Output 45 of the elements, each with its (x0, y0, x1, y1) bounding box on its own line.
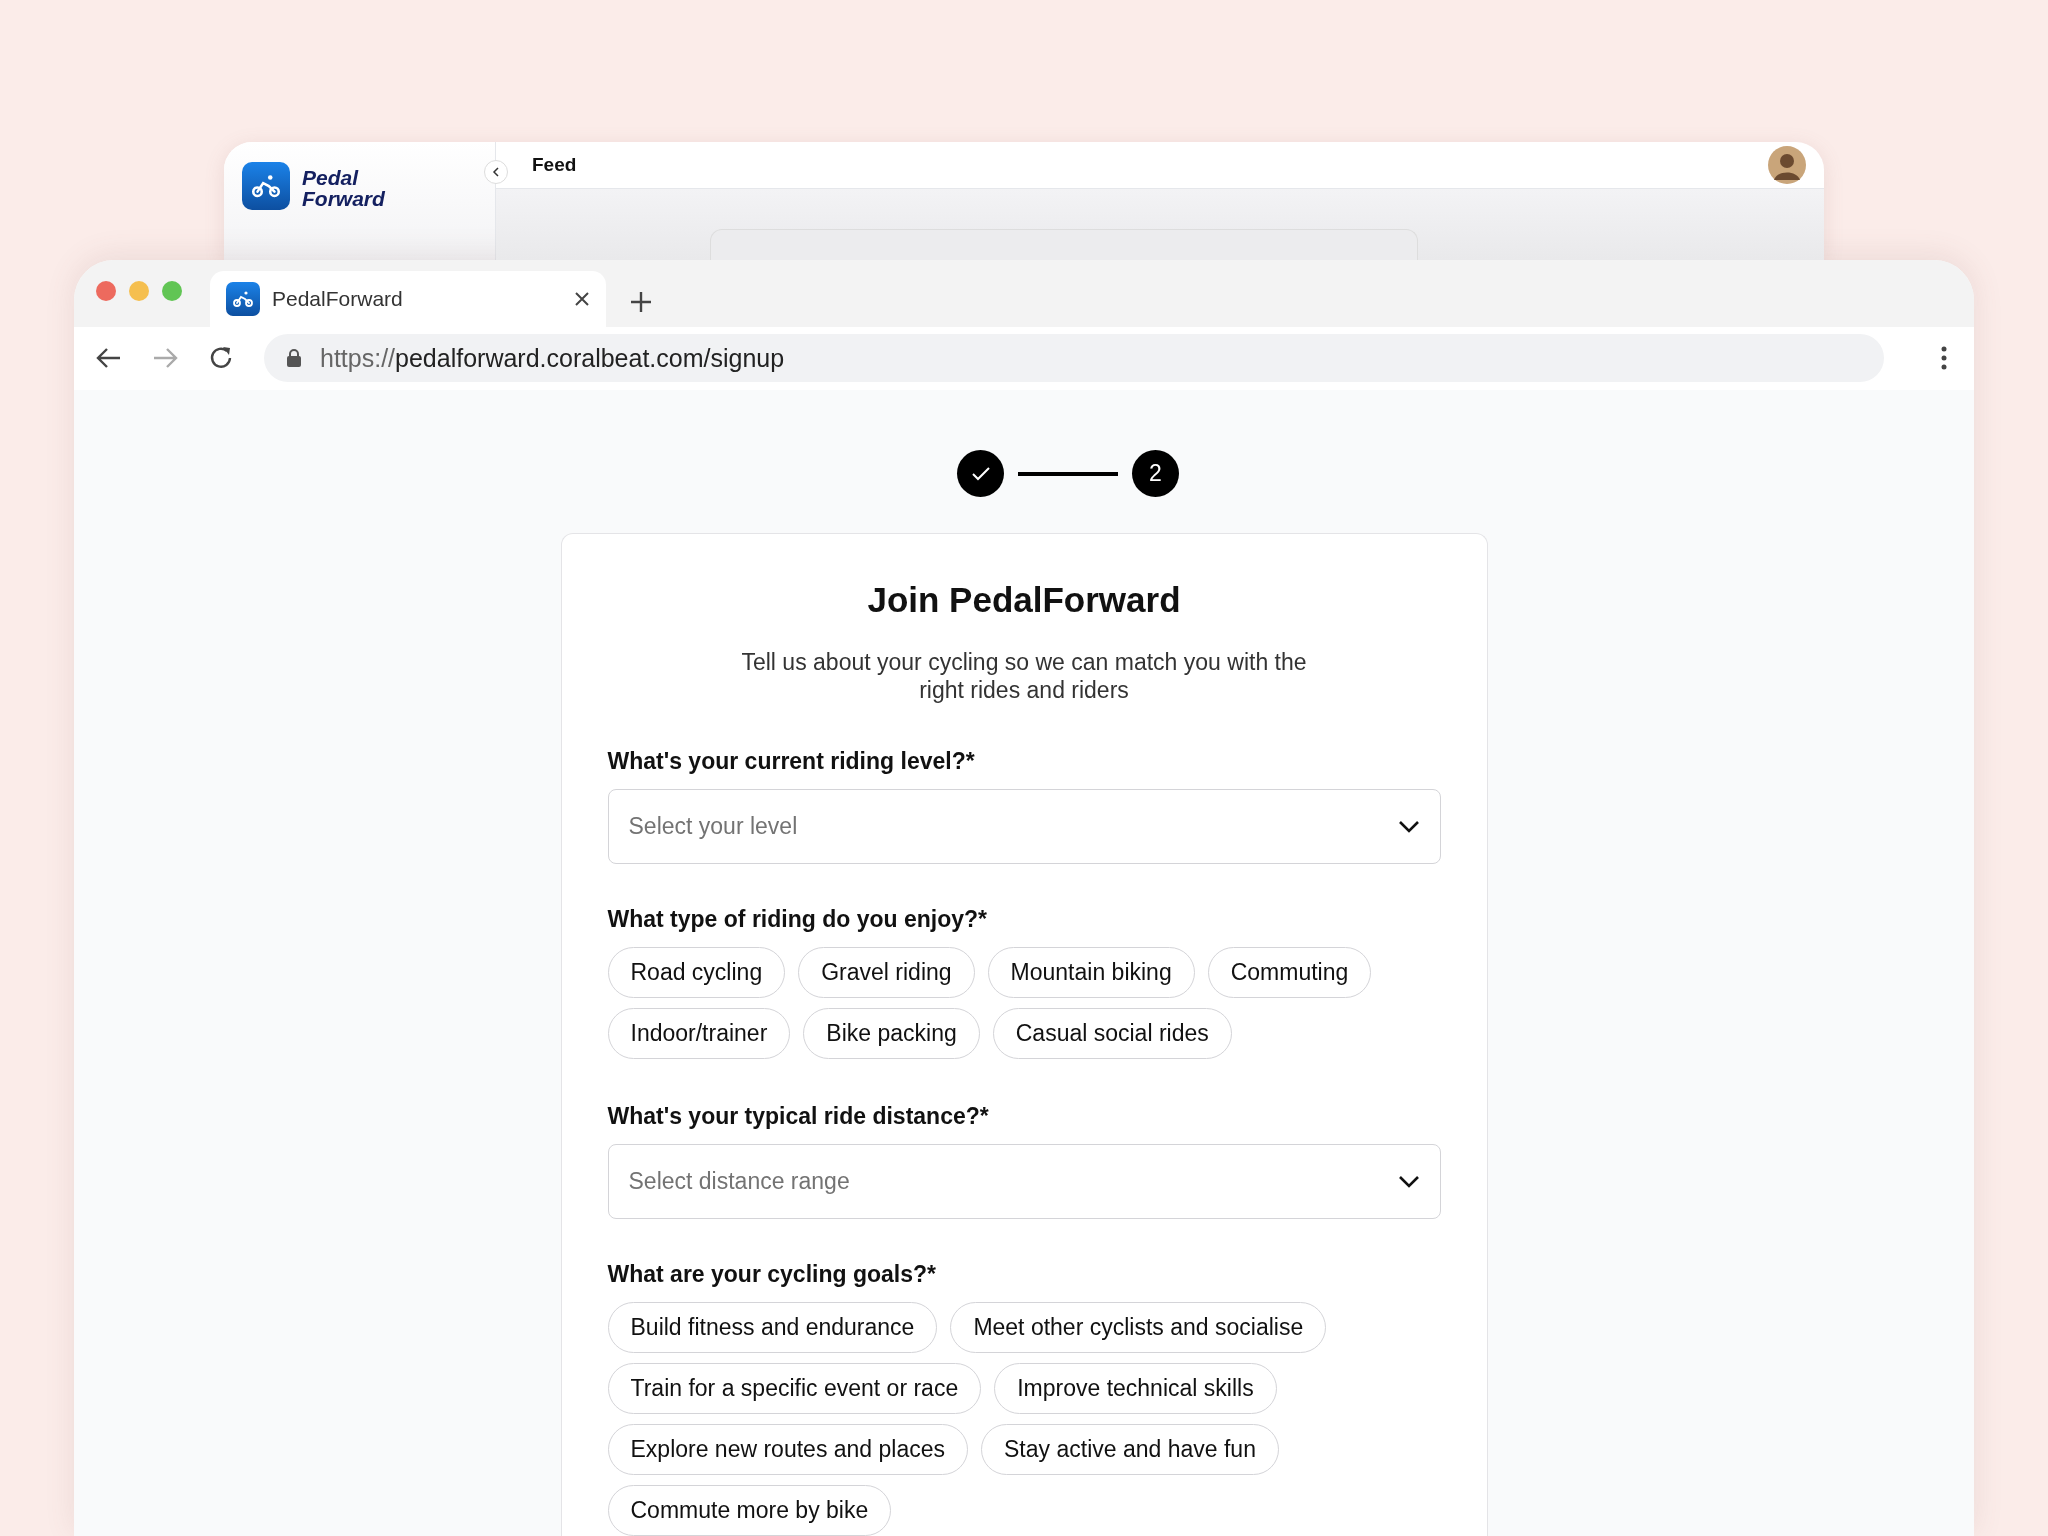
option-chip[interactable]: Explore new routes and places (607, 1424, 969, 1475)
back-arrow-icon (96, 347, 122, 370)
select-field[interactable]: Select distance range (607, 1144, 1441, 1219)
lock-icon (286, 348, 302, 369)
option-chip[interactable]: Build fitness and endurance (607, 1302, 938, 1353)
option-chip[interactable]: Commute more by bike (607, 1485, 892, 1536)
close-icon (574, 290, 590, 307)
option-chip[interactable]: Train for a specific event or race (607, 1363, 982, 1414)
logo-text: Pedal Forward (302, 167, 386, 209)
option-chip[interactable]: Road cycling (607, 947, 786, 998)
field-label: What's your typical ride distance?* (607, 1103, 990, 1130)
chevron-down-icon (1397, 819, 1420, 834)
plus-icon (630, 290, 652, 313)
browser-tab[interactable]: PedalForward (210, 270, 606, 327)
field-label: What's your current riding level?* (607, 748, 976, 775)
close-tab-button[interactable] (574, 290, 590, 307)
chevron-down-icon (1397, 1174, 1420, 1189)
option-chip[interactable]: Mountain biking (987, 947, 1195, 998)
close-window-button[interactable] (96, 281, 116, 302)
page-title: Feed (532, 154, 577, 176)
chevron-left-icon (490, 166, 502, 178)
step-indicator: 2 (1132, 450, 1179, 497)
form-title: Join PedalForward (866, 580, 1182, 620)
address-bar[interactable]: https://pedalforward.coralbeat.com/signup (264, 334, 1884, 383)
form-subtitle: Tell us about your cycling so we can match you with the right rides and riders (740, 648, 1308, 704)
option-chip[interactable]: Meet other cyclists and socialise (950, 1302, 1327, 1353)
url-text: https://pedalforward.coralbeat.com/signup (320, 344, 785, 373)
collapse-button[interactable] (484, 160, 508, 184)
option-chip[interactable]: Bike packing (803, 1008, 980, 1059)
forward-arrow-icon (152, 347, 178, 370)
select-field[interactable]: Select your level (607, 789, 1441, 864)
option-chip[interactable]: Casual social rides (992, 1008, 1232, 1059)
option-chip[interactable]: Stay active and have fun (981, 1424, 1279, 1475)
option-chip[interactable]: Improve technical skills (994, 1363, 1277, 1414)
back-button[interactable] (96, 347, 122, 370)
field-label: What are your cycling goals?* (607, 1261, 937, 1288)
option-chip[interactable]: Gravel riding (798, 947, 975, 998)
field-label: What type of riding do you enjoy?* (607, 906, 988, 933)
check-icon (970, 465, 991, 482)
kebab-menu-icon (1941, 346, 1947, 371)
option-chip[interactable]: Indoor/trainer (607, 1008, 791, 1059)
option-chip[interactable]: Commuting (1207, 947, 1372, 998)
new-tab-button[interactable] (630, 290, 652, 313)
tab-title: PedalForward (272, 286, 404, 311)
avatar[interactable] (1768, 146, 1806, 184)
